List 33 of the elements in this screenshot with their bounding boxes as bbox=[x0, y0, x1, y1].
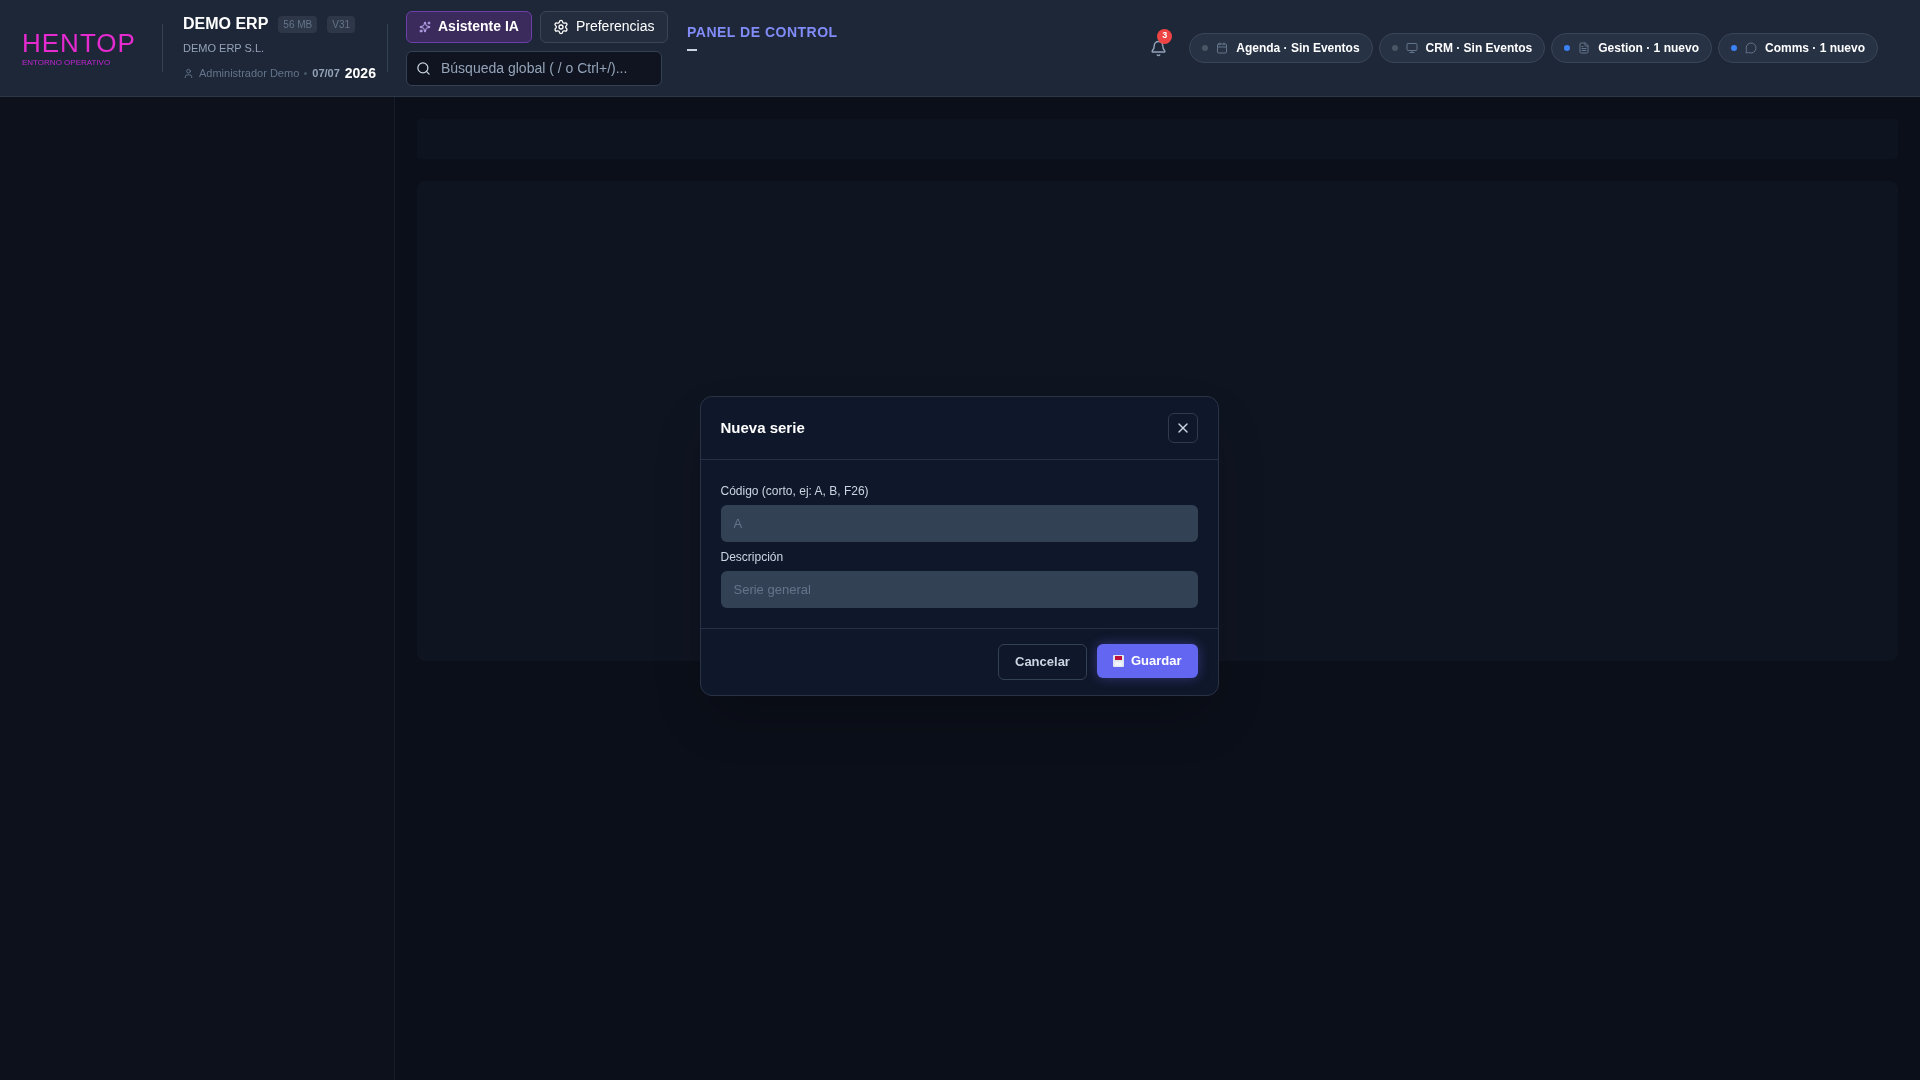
search-field[interactable]: Búsqueda global ( / o Ctrl+/)... bbox=[406, 50, 662, 86]
user-icon bbox=[183, 67, 194, 79]
status-chip[interactable]: CRM · Sin Eventos bbox=[1378, 33, 1546, 63]
calendar-icon bbox=[1216, 42, 1229, 54]
save-button[interactable]: Guardar bbox=[1096, 644, 1198, 678]
section-title: PANEL DE CONTROL bbox=[687, 23, 838, 42]
current-date: 07/07 bbox=[312, 66, 340, 81]
current-year: 2026 bbox=[344, 63, 376, 83]
status-chip[interactable]: Gestion · 1 nuevo bbox=[1551, 33, 1712, 63]
status-chip[interactable]: Agenda · Sin Eventos bbox=[1189, 33, 1373, 63]
status-chip[interactable]: Comms · 1 nuevo bbox=[1717, 33, 1878, 63]
monitor-icon bbox=[1405, 42, 1418, 54]
company-legal-name: DEMO ERP S.L. bbox=[183, 41, 266, 57]
dialog-title: Nueva serie bbox=[720, 417, 805, 438]
chat-icon bbox=[1744, 42, 1757, 54]
company-name: DEMO ERP bbox=[183, 14, 269, 35]
logo-wordmark: HENTOP bbox=[22, 29, 136, 56]
notification-badge: 3 bbox=[1157, 28, 1173, 44]
logo-tagline: ENTORNO OPERATIVO bbox=[22, 58, 111, 67]
field-label: Descripción bbox=[720, 549, 785, 566]
info-badge: 56 MB bbox=[278, 15, 318, 33]
preferences-button[interactable]: Preferencias bbox=[539, 10, 668, 43]
user-name: Administrador Demo bbox=[199, 66, 300, 81]
close-button[interactable] bbox=[1167, 413, 1198, 443]
search-icon bbox=[416, 60, 431, 76]
document-icon bbox=[1578, 42, 1591, 54]
assistant-button[interactable]: Asistente IA bbox=[406, 10, 532, 43]
settings-icon bbox=[552, 18, 569, 35]
cancel-button[interactable]: Cancelar bbox=[998, 644, 1087, 680]
sparkle-icon bbox=[419, 20, 431, 33]
field-label: Código (corto, ej: A, B, F26) bbox=[720, 483, 870, 500]
info-badge: V31 bbox=[327, 15, 356, 33]
bell-icon[interactable] bbox=[1150, 39, 1168, 57]
